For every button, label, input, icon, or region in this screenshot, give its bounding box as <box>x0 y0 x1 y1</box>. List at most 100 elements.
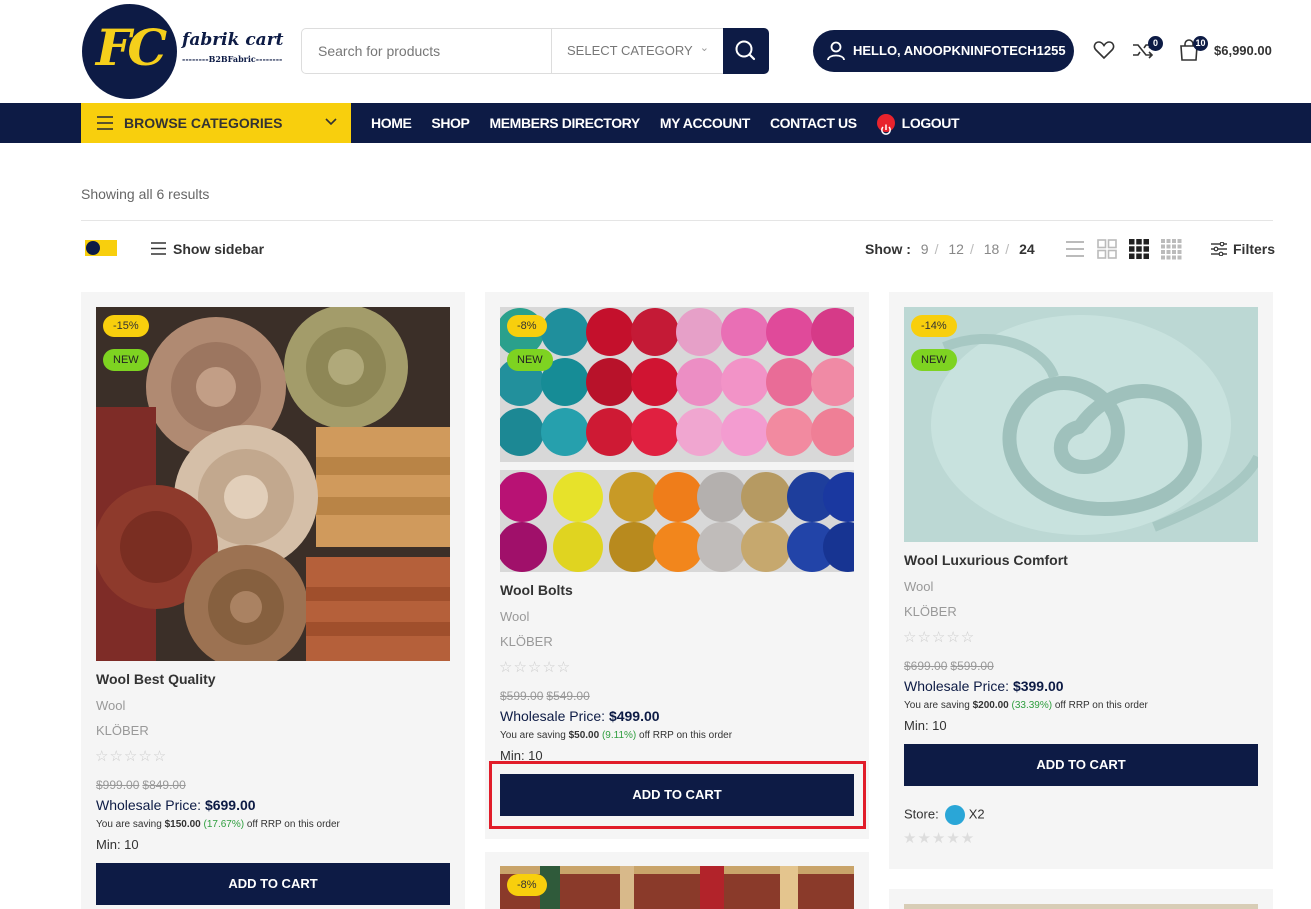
per-page-option-12[interactable]: 12 <box>948 241 964 257</box>
cart-count-badge: 10 <box>1193 36 1208 51</box>
product-image[interactable] <box>500 866 854 909</box>
view-mode-switcher <box>1064 238 1192 260</box>
category-select[interactable]: SELECT CATEGORY ⌄ <box>551 29 723 73</box>
nav-item-shop[interactable]: SHOP <box>431 103 469 143</box>
search-form: SELECT CATEGORY ⌄ <box>301 28 769 74</box>
mini-logo[interactable] <box>85 240 117 256</box>
results-count: Showing all 6 results <box>81 186 210 202</box>
new-badge: NEW <box>103 349 149 371</box>
store-rating-stars: ★★★★★ <box>903 830 976 847</box>
rating-stars: ☆☆☆☆☆ <box>499 659 572 676</box>
product-title[interactable]: Wool Best Quality <box>96 671 216 687</box>
product-brand[interactable]: KLÖBER <box>96 723 149 738</box>
new-badge: NEW <box>911 349 957 371</box>
sale-badge: -8% <box>507 315 547 337</box>
chevron-down-icon: ⌄ <box>699 42 709 54</box>
account-greeting: HELLO, ANOOPKNINFOTECH1255 <box>853 43 1066 58</box>
product-card: -15% NEW Wool Best Quality Wool KLÖBER ☆… <box>81 292 465 909</box>
current-price: $599.00 <box>950 659 994 673</box>
brand-tagline: --------B2BFabric-------- <box>182 54 283 64</box>
filters-button[interactable]: Filters <box>1211 241 1275 257</box>
product-brand[interactable]: KLÖBER <box>904 604 957 619</box>
show-sidebar-button[interactable]: Show sidebar <box>151 241 264 257</box>
browse-categories-label: BROWSE CATEGORIES <box>124 115 283 131</box>
store-label: Store: <box>904 806 939 822</box>
cart-total[interactable]: $6,990.00 <box>1214 43 1272 58</box>
wholesale-price: Wholesale Price: $699.00 <box>96 797 256 813</box>
price-block: $999.00 $849.00 <box>96 778 189 792</box>
heart-icon[interactable] <box>1093 40 1115 60</box>
product-image[interactable] <box>96 307 450 661</box>
user-icon <box>827 41 845 61</box>
add-to-cart-button[interactable]: ADD TO CART <box>904 744 1258 786</box>
per-page-option-24[interactable]: 24 <box>1019 241 1035 257</box>
sale-badge: -14% <box>911 315 957 337</box>
rating-stars: ☆☆☆☆☆ <box>903 629 976 646</box>
browse-categories-button[interactable]: BROWSE CATEGORIES <box>81 103 351 143</box>
old-price: $599.00 <box>500 689 544 703</box>
logout-label: LOGOUT <box>901 115 960 131</box>
per-page-option-18[interactable]: 18 <box>984 241 1000 257</box>
current-price: $549.00 <box>546 689 590 703</box>
product-category[interactable]: Wool <box>96 698 125 713</box>
show-sidebar-label: Show sidebar <box>173 241 265 257</box>
product-brand[interactable]: KLÖBER <box>500 634 553 649</box>
product-card <box>889 889 1273 909</box>
product-title[interactable]: Wool Luxurious Comfort <box>904 552 1068 568</box>
new-badge: NEW <box>507 349 553 371</box>
product-title[interactable]: Wool Bolts <box>500 582 573 598</box>
product-card: -14% NEW Wool Luxurious Comfort Wool KLÖ… <box>889 292 1273 869</box>
filters-label: Filters <box>1233 241 1276 257</box>
list-view-icon[interactable] <box>1064 238 1086 260</box>
nav-menu: HOME SHOP MEMBERS DIRECTORY MY ACCOUNT C… <box>371 103 979 143</box>
price-block: $599.00 $549.00 <box>500 689 593 703</box>
saving-note: You are saving $50.00 (9.11%) off RRP on… <box>500 730 733 741</box>
site-header: FC fabrik cart --------B2BFabric--------… <box>0 0 1311 103</box>
highlight-box <box>489 761 866 829</box>
price-block: $699.00 $599.00 <box>904 659 997 673</box>
per-page-option-9[interactable]: 9 <box>921 241 929 257</box>
divider <box>81 220 1273 221</box>
filter-icon <box>1211 242 1227 256</box>
chevron-down-icon <box>325 118 337 126</box>
old-price: $999.00 <box>96 778 140 792</box>
product-category[interactable]: Wool <box>904 579 933 594</box>
store-avatar[interactable] <box>944 805 965 825</box>
power-icon <box>876 114 895 135</box>
search-icon <box>735 40 756 61</box>
nav-item-my-account[interactable]: MY ACCOUNT <box>660 103 751 143</box>
min-quantity: Min: 10 <box>904 718 947 733</box>
grid-2-icon[interactable] <box>1096 238 1118 260</box>
per-page-label: Show : <box>865 241 911 257</box>
product-category[interactable]: Wool <box>500 609 529 624</box>
nav-item-members-directory[interactable]: MEMBERS DIRECTORY <box>489 103 640 143</box>
product-image[interactable] <box>904 307 1258 542</box>
current-price: $849.00 <box>142 778 186 792</box>
site-logo[interactable]: FC <box>82 4 177 99</box>
logo-text: FC <box>95 18 167 77</box>
account-button[interactable]: HELLO, ANOOPKNINFOTECH1255 <box>813 30 1074 72</box>
store-info: Store: X2 <box>904 805 985 825</box>
nav-item-logout[interactable]: LOGOUT <box>876 103 960 143</box>
menu-icon <box>151 242 166 255</box>
grid-4-icon[interactable] <box>1160 238 1182 260</box>
store-name[interactable]: X2 <box>969 806 985 821</box>
nav-item-home[interactable]: HOME <box>371 103 412 143</box>
wholesale-price: Wholesale Price: $499.00 <box>500 708 660 724</box>
menu-icon <box>97 116 113 130</box>
grid-3-icon[interactable] <box>1128 238 1150 260</box>
product-image[interactable] <box>904 904 1258 909</box>
sale-badge: -8% <box>507 874 547 896</box>
product-image[interactable] <box>500 307 854 572</box>
saving-note: You are saving $150.00 (17.67%) off RRP … <box>96 819 340 830</box>
search-input[interactable] <box>302 29 551 73</box>
product-card: -8% <box>485 852 869 909</box>
add-to-cart-button[interactable]: ADD TO CART <box>96 863 450 905</box>
brand-name: fabrik cart <box>182 30 284 50</box>
nav-item-contact-us[interactable]: CONTACT US <box>770 103 857 143</box>
wholesale-price: Wholesale Price: $399.00 <box>904 678 1064 694</box>
old-price: $699.00 <box>904 659 948 673</box>
rating-stars: ☆☆☆☆☆ <box>95 748 168 765</box>
search-button[interactable] <box>723 28 769 74</box>
product-card: -8% NEW Wool Bolts Wool KLÖBER ☆☆☆☆☆ $59… <box>485 292 869 839</box>
